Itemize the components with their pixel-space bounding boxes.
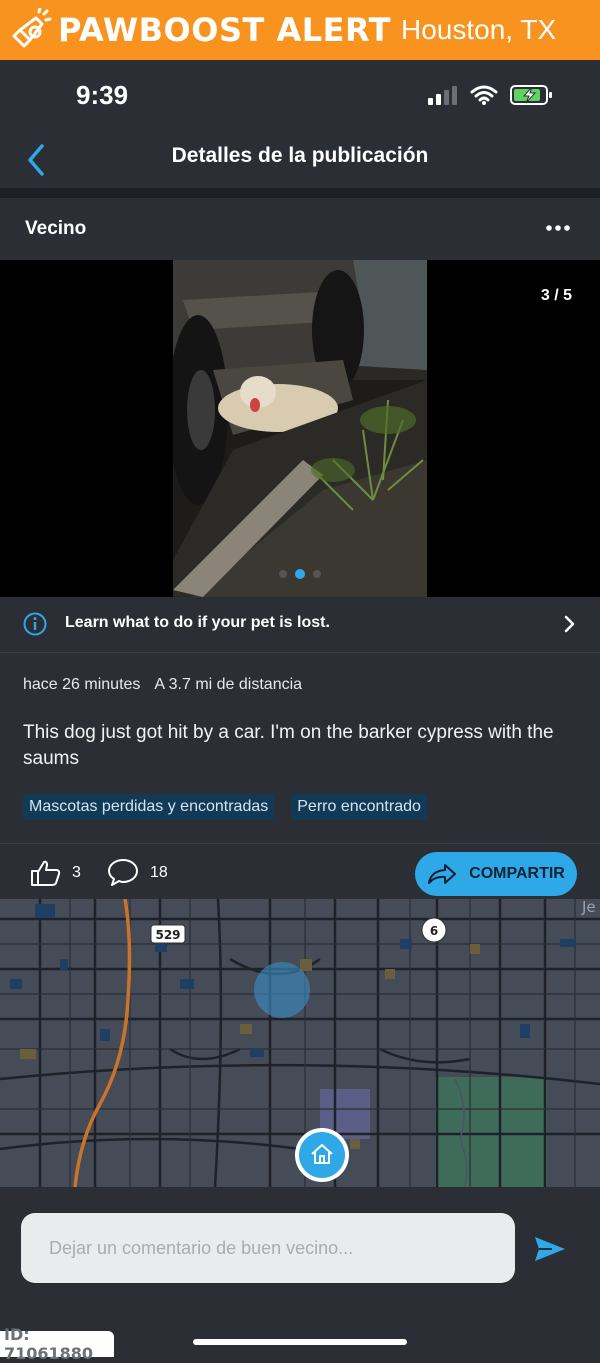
megaphone-icon [12,8,52,48]
wifi-icon [470,85,498,105]
map-graphic: 529 6 Je [0,899,600,1187]
post-distance: A 3.7 mi de distancia [154,676,303,693]
home-pin-icon [311,1144,333,1164]
post-author: Vecino [25,218,87,239]
comment-input[interactable]: Dejar un comentario de buen vecino... [21,1213,515,1283]
pawboost-banner: PAWBOOST ALERT Houston, TX [0,0,600,60]
more-horizontal-icon[interactable] [546,220,570,236]
map-label-529: 529 [155,928,180,942]
like-count: 3 [72,864,81,881]
post-header: Vecino [0,198,600,260]
thumbs-up-icon[interactable] [30,859,62,887]
post-tags: Mascotas perdidas y encontradas Perro en… [23,794,427,820]
post-photo-carousel[interactable]: 3 / 5 [0,260,600,597]
lost-pet-tips-link[interactable]: Learn what to do if your pet is lost. [0,597,600,653]
send-icon[interactable] [534,1235,566,1263]
comment-bar: Dejar un comentario de buen vecino... [0,1187,600,1311]
share-label: COMPARTIR [469,865,565,882]
photo-counter: 3 / 5 [540,287,572,304]
info-icon [23,612,47,636]
home-indicator [193,1339,407,1345]
battery-charging-icon [510,85,552,105]
status-bar: 9:39 [0,60,600,132]
post-id-label: ID: 71061880 [0,1325,114,1363]
chevron-right-icon [564,615,575,633]
lost-pet-tips-text: Learn what to do if your pet is lost. [65,614,330,631]
banner-city: Houston, TX [401,14,557,45]
share-button[interactable]: COMPARTIR [415,852,577,896]
post-meta: hace 26 minutes A 3.7 mi de distancia [23,676,302,694]
dog-photo [173,260,427,597]
nav-bar: Detalles de la publicación [0,132,600,188]
share-arrow-icon [428,864,457,884]
status-time: 9:39 [76,80,129,110]
comment-icon[interactable] [107,857,139,887]
comment-count: 18 [150,864,168,881]
bottom-area: ID: 71061880 [0,1311,600,1363]
page-title: Detalles de la publicación [171,144,429,167]
signal-icon [428,86,457,105]
tag-found-dog[interactable]: Perro encontrado [291,794,427,820]
location-map[interactable]: 529 6 Je [0,899,600,1187]
post-actions: 3 18 COMPARTIR [0,843,600,900]
map-label-6: 6 [430,924,438,938]
post-text: This dog just got hit by a car. I'm on t… [23,722,554,769]
post-time: hace 26 minutes [23,676,141,693]
map-label-partial: Je [581,899,596,916]
banner-brand: PAWBOOST ALERT [58,11,391,49]
divider [0,188,600,198]
tag-lost-found[interactable]: Mascotas perdidas y encontradas [23,794,275,820]
